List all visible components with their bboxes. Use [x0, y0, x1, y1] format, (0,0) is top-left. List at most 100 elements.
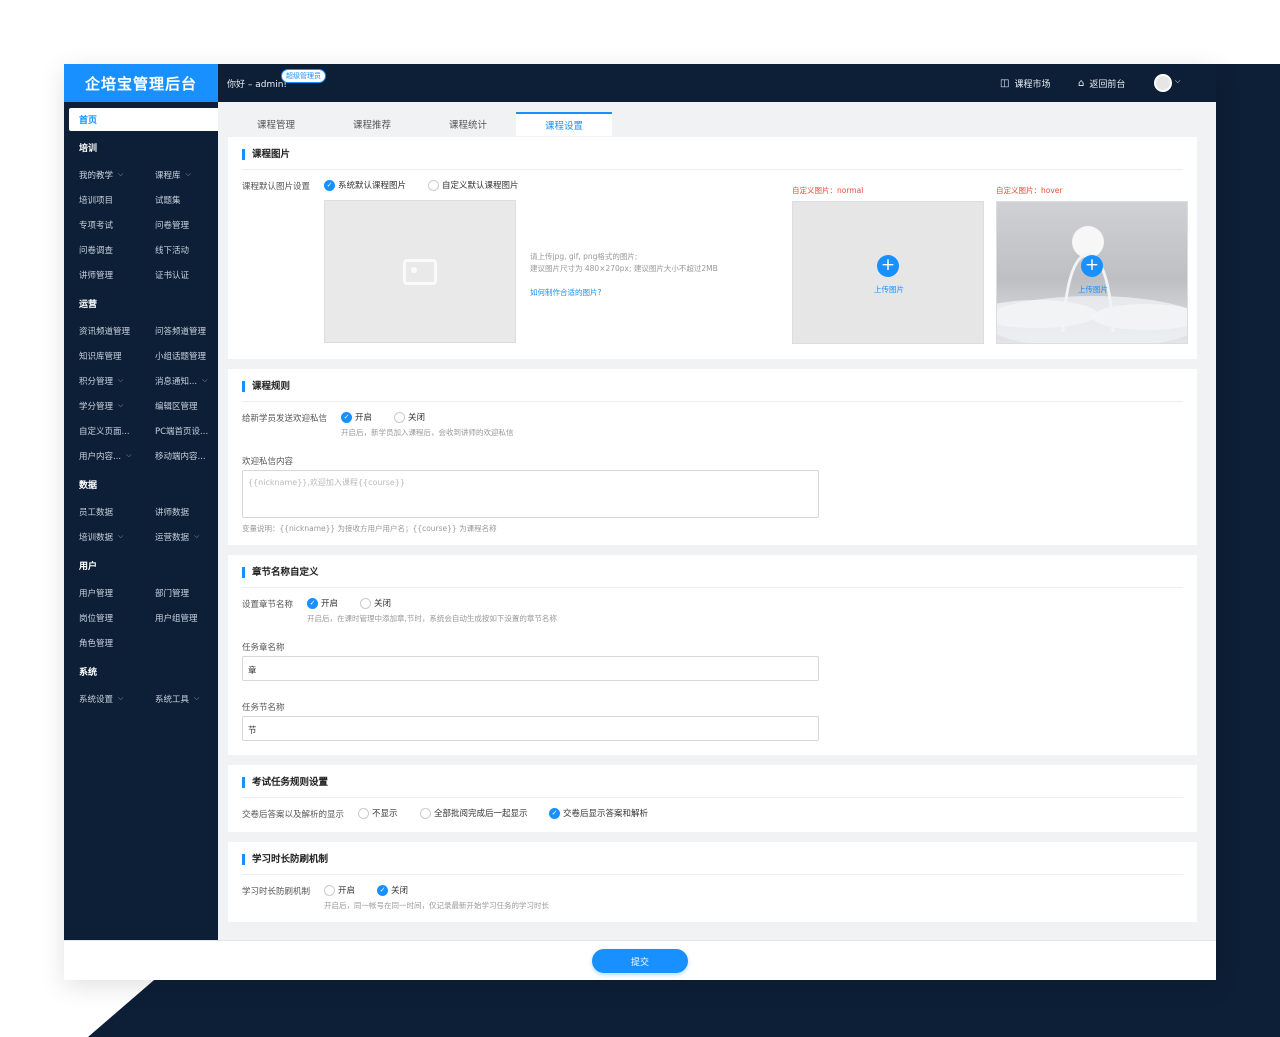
sidebar-section-items: 系统设置 ⌵ 系统工具 ⌵: [64, 686, 218, 711]
chevron-down-icon[interactable]: ⌵: [1175, 77, 1180, 86]
radio-circle-icon: [420, 807, 431, 819]
sidebar-item[interactable]: 专项考试: [64, 212, 140, 237]
sidebar-item-home[interactable]: 首页: [69, 108, 218, 131]
radio-anti-cheat-off[interactable]: ✓ 关闭: [377, 884, 408, 896]
sidebar-item-label: 岗位管理: [79, 613, 114, 624]
radio-label: 关闭: [408, 413, 426, 423]
welcome-content-textarea[interactable]: {{nickname}},欢迎加入课程{{course}}: [242, 470, 819, 518]
sidebar-item[interactable]: 讲师管理: [64, 262, 140, 287]
upload-hint-size: 建议图片尺寸为 480×270px; 建议图片大小不超过2MB: [530, 264, 718, 273]
sidebar-item-label: 系统设置: [79, 694, 114, 705]
sidebar-item[interactable]: 学分管理 ⌵: [64, 393, 140, 418]
sidebar-item[interactable]: 运营数据 ⌵: [140, 524, 218, 549]
chevron-down-icon: ⌵: [126, 451, 132, 459]
tab-course-recommend[interactable]: 课程推荐: [324, 112, 420, 136]
sidebar-item[interactable]: 线下活动: [140, 237, 218, 262]
checked-icon: ✓: [549, 807, 560, 819]
section-title: 章节名称自定义: [242, 567, 319, 578]
radio-welcome-on[interactable]: ✓ 开启: [341, 411, 372, 423]
sidebar-item[interactable]: 问卷调查: [64, 237, 140, 262]
course-market-link[interactable]: ◫ 课程市场: [1000, 77, 1050, 90]
upload-label: 上传图片: [1078, 285, 1108, 294]
sidebar-item[interactable]: 岗位管理: [64, 605, 140, 630]
divider: [242, 587, 1183, 588]
radio-chapter-off[interactable]: 关闭: [360, 597, 391, 609]
sidebar-item[interactable]: 员工数据: [64, 499, 140, 524]
sidebar-item[interactable]: 我的教学 ⌵: [64, 162, 140, 187]
section-title: 课程图片: [242, 149, 290, 160]
sidebar-item[interactable]: 培训数据 ⌵: [64, 524, 140, 549]
radio-display-after-submit[interactable]: ✓ 交卷后显示答案和解析: [549, 807, 648, 819]
textarea-placeholder: {{nickname}},欢迎加入课程{{course}}: [248, 478, 406, 487]
chapter-name-input[interactable]: 章: [242, 656, 819, 681]
sidebar-item[interactable]: 系统工具 ⌵: [140, 686, 218, 711]
sidebar-item-label: 消息通知...: [155, 376, 198, 387]
radio-label: 不显示: [372, 809, 398, 819]
chevron-down-icon: ⌵: [194, 532, 200, 540]
radio-no-display[interactable]: 不显示: [358, 807, 398, 819]
default-image-label: 课程默认图片设置: [242, 182, 311, 192]
sidebar-item[interactable]: 资讯频道管理: [64, 318, 140, 343]
sidebar-item[interactable]: 证书认证: [140, 262, 218, 287]
sidebar-section-items: 员工数据 讲师数据 培训数据 ⌵ 运营数据 ⌵: [64, 499, 218, 549]
app-title[interactable]: 企培宝管理后台: [64, 64, 218, 102]
sidebar-item[interactable]: 问答频道管理: [140, 318, 218, 343]
sidebar-item-label: 部门管理: [155, 588, 190, 599]
sidebar-item-label: 讲师管理: [79, 270, 114, 281]
sidebar-item-label: 专项考试: [79, 220, 114, 231]
avatar[interactable]: [1154, 74, 1172, 92]
radio-system-default[interactable]: ✓ 系统默认课程图片: [324, 179, 406, 191]
radio-anti-cheat-on[interactable]: 开启: [324, 884, 355, 896]
sidebar-item[interactable]: 部门管理: [140, 580, 218, 605]
sidebar-menu: 培训我的教学 ⌵ 课程库 ⌵ 培训项目 试题集专项考试 问卷管理 问卷调查 线下活动讲师管理 证书…: [64, 137, 218, 711]
upload-hover-image[interactable]: + 上传图片: [996, 201, 1188, 344]
back-to-front-link[interactable]: ⌂ 返回前台: [1078, 77, 1125, 90]
sidebar-item[interactable]: 用户组管理: [140, 605, 218, 630]
sidebar-item-label: 角色管理: [79, 638, 114, 649]
sidebar-item-label: 系统工具: [155, 694, 190, 705]
sidebar-item[interactable]: 小组话题管理: [140, 343, 218, 368]
radio-display-after-review[interactable]: 全部批阅完成后一起显示: [420, 807, 528, 819]
sidebar-section-title: 培训: [79, 144, 98, 154]
sidebar-section-items: 我的教学 ⌵ 课程库 ⌵ 培训项目 试题集专项考试 问卷管理 问卷调查 线下活动讲师管理 证书认证: [64, 162, 218, 287]
checked-icon: ✓: [324, 179, 335, 191]
radio-label: 开启: [321, 599, 339, 609]
sidebar-item[interactable]: 移动端内容...: [140, 443, 218, 468]
sidebar-item[interactable]: 讲师数据: [140, 499, 218, 524]
radio-welcome-off[interactable]: 关闭: [394, 411, 425, 423]
sidebar-item-label: 用户管理: [79, 588, 114, 599]
sidebar-item[interactable]: 课程库 ⌵: [140, 162, 218, 187]
radio-custom-default[interactable]: 自定义默认课程图片: [428, 179, 519, 191]
radio-label: 全部批阅完成后一起显示: [434, 809, 528, 819]
tab-course-settings[interactable]: 课程设置: [516, 112, 612, 136]
sidebar-item[interactable]: 系统设置 ⌵: [64, 686, 140, 711]
sidebar-item-label: 线下活动: [155, 245, 190, 256]
sidebar-item[interactable]: PC端首页设...: [140, 418, 218, 443]
sidebar-item[interactable]: 用户内容... ⌵: [64, 443, 140, 468]
card-exam-rules: 考试任务规则设置 交卷后答案以及解析的显示 不显示 全部批阅完成后一起显示 ✓ …: [228, 765, 1197, 832]
sidebar-item[interactable]: 消息通知... ⌵: [140, 368, 218, 393]
sidebar-item[interactable]: 用户管理: [64, 580, 140, 605]
back-to-front-label: 返回前台: [1089, 80, 1126, 90]
radio-chapter-on[interactable]: ✓ 开启: [307, 597, 338, 609]
tab-course-management[interactable]: 课程管理: [228, 112, 324, 136]
card-course-rules: 课程规则 给新学员发送欢迎私信 ✓ 开启 关闭 开启后，新学员加入课程后，会收到…: [228, 369, 1197, 545]
sidebar-item[interactable]: 自定义页面...: [64, 418, 140, 443]
upload-normal-image[interactable]: + 上传图片: [792, 201, 984, 344]
home-icon: ⌂: [1078, 78, 1085, 89]
tab-course-stats[interactable]: 课程统计: [420, 112, 516, 136]
anti-cheat-hint: 开启后，同一帐号在同一时间，仅记录最新开始学习任务的学习时长: [324, 901, 549, 910]
sidebar-item[interactable]: 编辑区管理: [140, 393, 218, 418]
radio-circle-icon: [324, 884, 335, 896]
sidebar-item[interactable]: 知识库管理: [64, 343, 140, 368]
sidebar-item[interactable]: 角色管理: [64, 630, 140, 655]
sidebar-item-label: 编辑区管理: [155, 401, 198, 412]
sidebar-item[interactable]: 培训项目: [64, 187, 140, 212]
sidebar-item[interactable]: 试题集: [140, 187, 218, 212]
how-to-make-image-link[interactable]: 如何制作合适的图片?: [530, 287, 601, 298]
submit-button[interactable]: 提交: [592, 949, 688, 973]
section-name-input[interactable]: 节: [242, 716, 819, 741]
sidebar-item[interactable]: 问卷管理: [140, 212, 218, 237]
sidebar-section-title: 运营: [79, 300, 98, 310]
sidebar-item[interactable]: 积分管理 ⌵: [64, 368, 140, 393]
